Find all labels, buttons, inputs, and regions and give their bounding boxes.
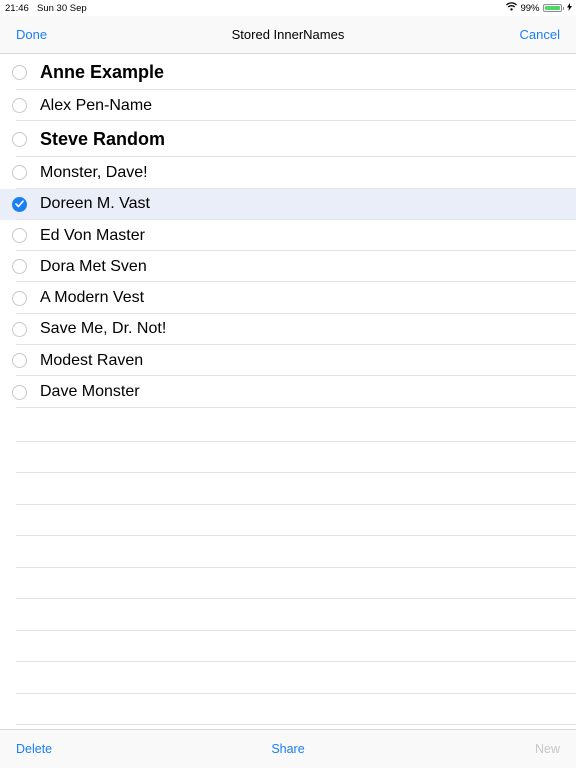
empty-circle-icon[interactable] bbox=[12, 165, 27, 181]
list-item-label: Doreen M. Vast bbox=[40, 195, 150, 213]
list-item-label: Steve Random bbox=[40, 128, 166, 149]
empty-table-area bbox=[0, 410, 576, 725]
wifi-icon bbox=[506, 2, 518, 14]
battery-icon bbox=[542, 4, 562, 12]
list-item[interactable]: Dave Monster bbox=[0, 376, 576, 408]
empty-row bbox=[0, 599, 576, 631]
empty-circle-icon[interactable] bbox=[12, 228, 27, 244]
empty-row bbox=[0, 694, 576, 726]
share-button[interactable]: Share bbox=[268, 742, 308, 756]
empty-circle-icon[interactable] bbox=[12, 290, 27, 306]
status-right: 99% bbox=[506, 2, 572, 14]
empty-circle-icon[interactable] bbox=[12, 384, 27, 400]
empty-row bbox=[0, 473, 576, 505]
delete-button[interactable]: Delete bbox=[16, 742, 52, 756]
list-item-label: Monster, Dave! bbox=[40, 163, 148, 181]
new-button[interactable]: New bbox=[535, 742, 560, 756]
names-list: Anne Example Alex Pen-Name Steve Random Mon… bbox=[0, 54, 576, 408]
empty-row bbox=[0, 505, 576, 537]
empty-row bbox=[0, 410, 576, 442]
checkmark-circle-icon[interactable] bbox=[12, 196, 27, 212]
list-item[interactable]: A Modern Vest bbox=[0, 282, 576, 315]
list-item[interactable]: Monster, Dave! bbox=[0, 157, 576, 189]
list-item[interactable]: Doreen M. Vast bbox=[0, 188, 576, 221]
navigation-bar: Done Stored InnerNames Cancel bbox=[0, 16, 576, 54]
empty-row bbox=[0, 631, 576, 663]
empty-row bbox=[0, 662, 576, 694]
page-title: Stored InnerNames bbox=[231, 27, 345, 42]
list-item-label: A Modern Vest bbox=[40, 289, 145, 307]
empty-circle-icon[interactable] bbox=[12, 321, 27, 337]
list-item-label: Alex Pen-Name bbox=[40, 96, 153, 114]
list-item[interactable]: Alex Pen-Name bbox=[0, 90, 576, 122]
list-item[interactable]: Steve Random bbox=[0, 121, 576, 158]
charging-bolt-icon bbox=[567, 2, 572, 14]
status-bar: 21:46 Sun 30 Sep 99% bbox=[0, 0, 576, 16]
list-item[interactable]: Ed Von Master bbox=[0, 220, 576, 252]
empty-circle-icon[interactable] bbox=[12, 64, 27, 80]
empty-row bbox=[0, 568, 576, 600]
battery-tip bbox=[562, 6, 564, 10]
empty-row bbox=[0, 442, 576, 474]
empty-row bbox=[0, 536, 576, 568]
list-item[interactable]: Dora Met Sven bbox=[0, 251, 576, 283]
status-date: Sun 30 Sep bbox=[37, 3, 87, 14]
list-item-label: Modest Raven bbox=[40, 351, 144, 369]
list-item-label: Dora Met Sven bbox=[40, 257, 147, 275]
list-item-label: Save Me, Dr. Not! bbox=[40, 320, 167, 338]
list-item[interactable]: Modest Raven bbox=[0, 345, 576, 377]
list-item-label: Ed Von Master bbox=[40, 226, 145, 244]
list-item-label: Anne Example bbox=[40, 61, 165, 82]
empty-circle-icon[interactable] bbox=[12, 259, 27, 275]
cancel-button[interactable]: Cancel bbox=[520, 27, 560, 42]
list-item-label: Dave Monster bbox=[40, 383, 140, 401]
bottom-toolbar: Delete Share New bbox=[0, 729, 576, 768]
battery-percent: 99% bbox=[520, 2, 540, 14]
status-time: 21:46 bbox=[5, 3, 29, 14]
empty-circle-icon[interactable] bbox=[12, 98, 27, 114]
empty-circle-icon[interactable] bbox=[12, 353, 27, 369]
empty-circle-icon[interactable] bbox=[12, 131, 27, 147]
list-item[interactable]: Save Me, Dr. Not! bbox=[0, 314, 576, 346]
list-item[interactable]: Anne Example bbox=[0, 54, 576, 90]
